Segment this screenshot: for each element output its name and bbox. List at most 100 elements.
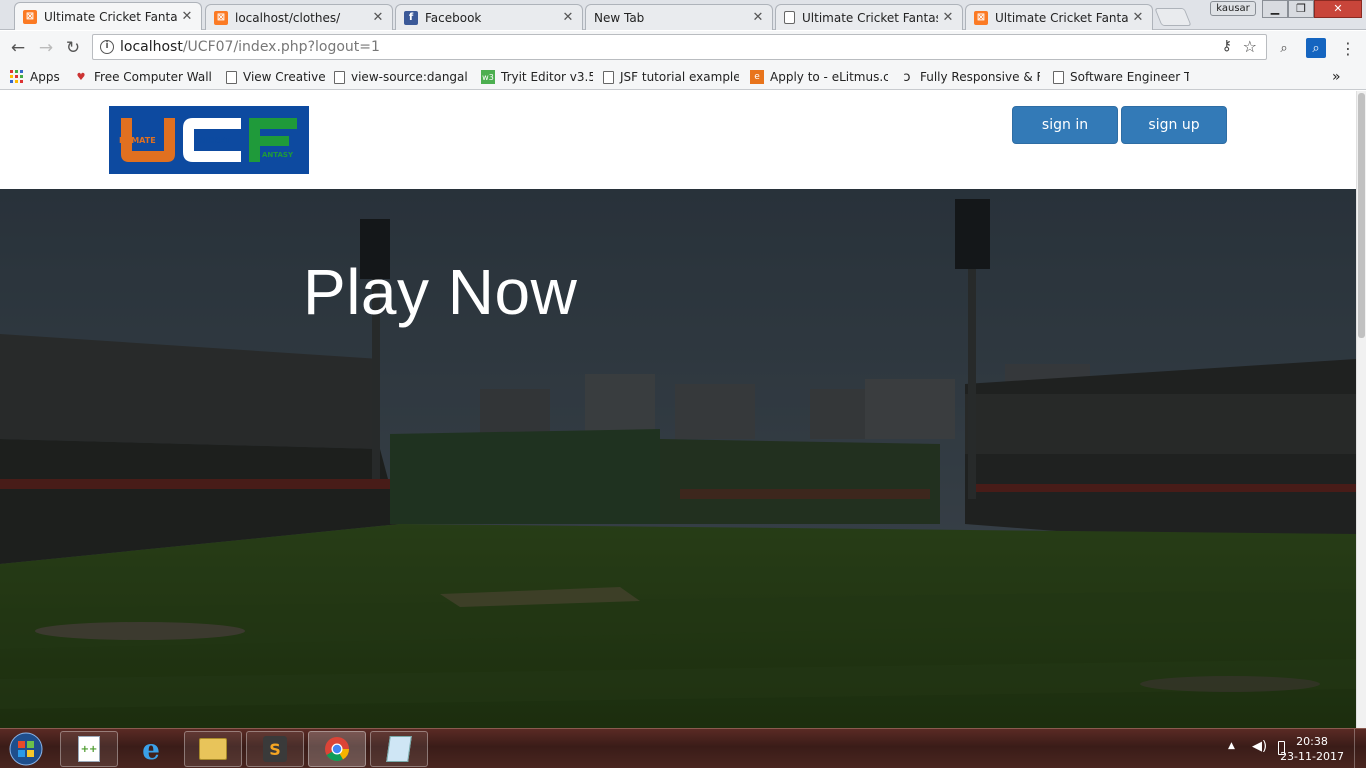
tab-title: New Tab xyxy=(594,10,645,25)
close-window-button[interactable]: ✕ xyxy=(1314,0,1362,18)
star-icon[interactable]: ☆ xyxy=(1243,37,1257,56)
logo-text-fantasy: ANTASY xyxy=(262,151,294,159)
taskbar-notepad-plus-plus[interactable]: ++ xyxy=(60,731,118,767)
show-desktop-button[interactable] xyxy=(1354,729,1366,769)
key-icon[interactable]: ⚷ xyxy=(1222,38,1232,54)
xampp-icon: ⊠ xyxy=(214,10,228,25)
info-icon[interactable]: i xyxy=(100,40,114,54)
show-hidden-icons-button[interactable]: ▲ xyxy=(1228,741,1235,751)
page-icon xyxy=(603,70,614,84)
close-icon[interactable]: ✕ xyxy=(752,10,764,25)
tab-title: localhost/clothes/ xyxy=(235,10,341,25)
windows-taskbar: ++ e S ▲ ◀) 20:38 23-11-2017 xyxy=(0,728,1366,769)
logo-text-cricket: RICKET xyxy=(198,136,231,145)
ucf-logo[interactable]: LTIMATE RICKET ANTASY xyxy=(109,106,309,174)
hero-heading[interactable]: Play Now xyxy=(303,255,577,329)
bookmark-elitmus[interactable]: e Apply to - eLitmus.co xyxy=(750,68,888,86)
bookmark-label: Apps xyxy=(30,70,60,84)
taskbar-notes[interactable] xyxy=(370,731,428,767)
search-extension-icon[interactable]: ⌕ xyxy=(1274,38,1294,58)
xampp-icon: ⊠ xyxy=(974,10,988,25)
clock-time: 20:38 xyxy=(1296,735,1328,748)
bookmark-label: Fully Responsive & F xyxy=(920,70,1040,84)
apps-grid-icon xyxy=(10,70,24,84)
facebook-icon: f xyxy=(404,10,418,25)
address-bar[interactable]: i localhost/UCF07/index.php?logout=1 ⚷ ☆ xyxy=(92,34,1267,60)
taskbar-internet-explorer[interactable]: e xyxy=(122,731,180,767)
sublime-text-icon: S xyxy=(263,736,287,762)
bookmark-jsf-tutorial[interactable]: JSF tutorial examples xyxy=(603,68,739,86)
wallpaper-icon: ♥ xyxy=(76,71,86,83)
bookmark-view-source-dangal[interactable]: view-source:dangal.b xyxy=(334,68,468,86)
new-tab-button[interactable] xyxy=(1154,8,1192,26)
url-path: /UCF07/index.php?logout=1 xyxy=(182,39,380,55)
taskbar-sublime-text[interactable]: S xyxy=(246,731,304,767)
stadium-background-image xyxy=(0,189,1356,728)
tab-title: Ultimate Cricket Fantasy xyxy=(995,10,1128,25)
notes-icon xyxy=(386,736,412,762)
bookmark-apps[interactable]: Apps xyxy=(10,68,70,86)
browser-toolbar: ← → ↻ i localhost/UCF07/index.php?logout… xyxy=(0,31,1366,64)
tab-title: Ultimate Cricket Fantasy xyxy=(802,10,938,25)
close-icon[interactable]: ✕ xyxy=(181,9,193,24)
tab-new-tab[interactable]: New Tab ✕ xyxy=(585,4,773,30)
tab-facebook[interactable]: f Facebook ✕ xyxy=(395,4,583,30)
back-arrow-icon[interactable]: ← xyxy=(7,37,29,59)
chrome-icon xyxy=(325,737,349,762)
bookmark-tryit-editor[interactable]: w3 Tryit Editor v3.5 xyxy=(481,68,593,86)
volume-icon[interactable]: ◀) xyxy=(1252,739,1267,754)
tab-ultimate-cricket-fantasy-2[interactable]: Ultimate Cricket Fantasy ✕ xyxy=(775,4,963,30)
bookmark-label: Software Engineer Tr xyxy=(1070,70,1189,84)
bookmark-fully-responsive[interactable]: ↄ Fully Responsive & F xyxy=(900,68,1040,86)
close-icon[interactable]: ✕ xyxy=(372,10,384,25)
notepad-plus-plus-icon: ++ xyxy=(78,736,100,762)
bookmark-label: view-source:dangal.b xyxy=(351,70,468,84)
minimize-button[interactable]: ▁ xyxy=(1262,0,1288,18)
page-scrollbar[interactable] xyxy=(1356,91,1366,728)
page-viewport: LTIMATE RICKET ANTASY sign in sign up Pl… xyxy=(0,91,1356,728)
close-icon[interactable]: ✕ xyxy=(1132,10,1144,25)
forward-arrow-icon[interactable]: → xyxy=(35,37,57,59)
w3schools-icon: w3 xyxy=(481,70,495,84)
reload-icon[interactable]: ↻ xyxy=(62,37,84,59)
menu-icon[interactable]: ⋮ xyxy=(1338,38,1358,58)
bookmark-software-engineer[interactable]: Software Engineer Tr xyxy=(1053,68,1189,86)
system-tray: ▲ ◀) 20:38 23-11-2017 xyxy=(1196,729,1366,769)
bookmarks-bar: Apps ♥ Free Computer Wallp View Creative… xyxy=(0,64,1366,90)
bookmark-label: View Creative xyxy=(243,70,326,84)
close-icon[interactable]: ✕ xyxy=(562,10,574,25)
elitmus-icon: e xyxy=(750,70,764,84)
scrollbar-thumb[interactable] xyxy=(1358,93,1365,338)
clock[interactable]: 20:38 23-11-2017 xyxy=(1280,734,1344,764)
tab-ultimate-cricket-fantasy[interactable]: ⊠ Ultimate Cricket Fantasy ✕ xyxy=(14,2,202,30)
hero-banner: Play Now xyxy=(0,189,1356,728)
page-icon xyxy=(334,70,345,84)
sign-in-button[interactable]: sign in xyxy=(1012,106,1118,144)
spiral-icon: ↄ xyxy=(903,69,911,85)
bookmark-label: Apply to - eLitmus.co xyxy=(770,70,888,84)
bookmark-free-computer-wallpapers[interactable]: ♥ Free Computer Wallp xyxy=(74,68,212,86)
file-explorer-icon xyxy=(199,738,227,760)
page-icon xyxy=(226,70,237,84)
extension-icon[interactable]: ⌕ xyxy=(1306,38,1326,58)
bookmark-label: Tryit Editor v3.5 xyxy=(501,70,593,84)
site-header: LTIMATE RICKET ANTASY sign in sign up xyxy=(0,91,1356,189)
sign-up-button[interactable]: sign up xyxy=(1121,106,1227,144)
tab-localhost-clothes[interactable]: ⊠ localhost/clothes/ ✕ xyxy=(205,4,393,30)
profile-button[interactable]: kausar xyxy=(1210,1,1256,16)
close-icon[interactable]: ✕ xyxy=(942,10,954,25)
windows-logo-icon xyxy=(9,732,43,766)
taskbar-chrome[interactable] xyxy=(308,731,366,767)
xampp-icon: ⊠ xyxy=(23,9,37,24)
tab-ultimate-cricket-fantasy-3[interactable]: ⊠ Ultimate Cricket Fantasy ✕ xyxy=(965,4,1153,30)
bookmark-view-creative[interactable]: View Creative xyxy=(226,68,326,86)
bookmark-label: JSF tutorial examples xyxy=(620,70,739,84)
browser-tab-strip: ⊠ Ultimate Cricket Fantasy ✕ ⊠ localhost… xyxy=(0,0,1366,30)
taskbar-file-explorer[interactable] xyxy=(184,731,242,767)
page-icon xyxy=(784,11,795,24)
url-host: localhost xyxy=(120,39,183,55)
bookmarks-overflow-button[interactable]: » xyxy=(1332,68,1348,86)
start-button[interactable] xyxy=(4,731,48,767)
maximize-button[interactable]: ❐ xyxy=(1288,0,1314,18)
tab-title: Ultimate Cricket Fantasy xyxy=(44,9,177,24)
